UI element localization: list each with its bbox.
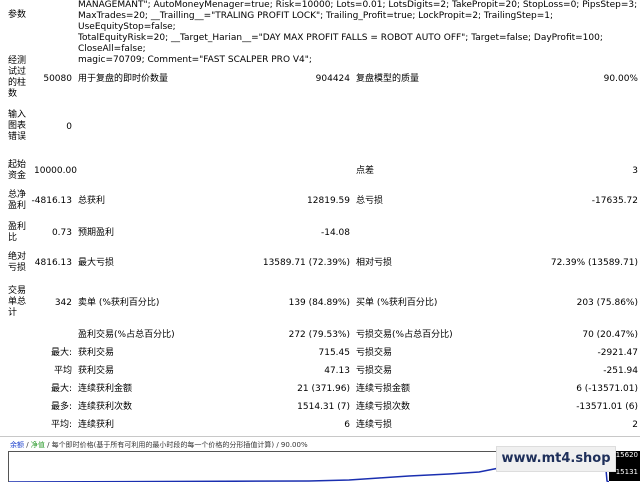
params-line: MANAGEMANT"; AutoMoneyMenager=true; Risk… xyxy=(78,0,638,10)
avg-loss-value: -251.94 xyxy=(603,366,638,376)
chart-errors-label: 输入图表错误 xyxy=(8,110,27,142)
avg-cons-wins-value: 6 xyxy=(344,420,350,430)
bars-tested-label: 经测试过的柱数 xyxy=(8,56,27,99)
loss-trades-value: 70 (20.47%) xyxy=(582,330,638,340)
gross-profit-value: 12819.59 xyxy=(307,196,350,206)
short-positions-label: 卖单 (%获利百分比) xyxy=(78,298,160,308)
maximal-cons-profit-label: 连续获利次数 xyxy=(78,402,133,412)
max-cons-wins-value: 21 (371.96) xyxy=(297,384,350,394)
spread-value: 3 xyxy=(632,166,638,176)
avg-profit-value: 47.13 xyxy=(324,366,350,376)
absolute-drawdown-value: 4816.13 xyxy=(34,258,72,268)
maximal-cons-label: 最多: xyxy=(50,402,72,412)
bars-tested-value: 50080 xyxy=(43,74,72,84)
params-label: 参数 xyxy=(8,10,27,20)
max-drawdown-label: 最大亏损 xyxy=(78,258,115,268)
max-drawdown-value: 13589.71 (72.39%) xyxy=(262,258,350,268)
gross-profit-label: 总获利 xyxy=(78,196,106,206)
legend-text: / 每个即时价格(基于所有可利用的最小时段的每一个价格的分形插值计算) / 90… xyxy=(47,441,308,449)
legend-equity: 净值 xyxy=(30,441,45,449)
avg-cons-losses-value: 2 xyxy=(632,420,638,430)
maximal-cons-loss-label: 连续亏损次数 xyxy=(356,402,411,412)
relative-drawdown-label: 相对亏损 xyxy=(356,258,393,268)
quality-value: 90.00% xyxy=(603,74,638,84)
max-cons-losses-label: 连续亏损金额 xyxy=(356,384,411,394)
largest-loss-label: 亏损交易 xyxy=(356,348,393,358)
largest-profit-value: 715.45 xyxy=(318,348,351,358)
avg-cons-label: 平均: xyxy=(50,420,72,430)
chart-legend: 余额 / 净值 / 每个即时价格(基于所有可利用的最小时段的每一个价格的分形插值… xyxy=(10,441,308,449)
payoff-value: -14.08 xyxy=(320,228,350,238)
ticks-value: 904424 xyxy=(315,74,350,84)
max-cons-losses-value: 6 (-13571.01) xyxy=(576,384,638,394)
largest-label: 最大: xyxy=(50,348,72,358)
avg-loss-label: 亏损交易 xyxy=(356,366,393,376)
long-positions-value: 203 (75.86%) xyxy=(576,298,638,308)
gross-loss-label: 总亏损 xyxy=(356,196,384,206)
max-cons-wins-label: 连续获利金额 xyxy=(78,384,133,394)
params-line: magic=70709; Comment="FAST SCALPER PRO V… xyxy=(78,55,312,65)
profit-factor-value: 0.73 xyxy=(51,228,72,238)
ticks-label: 用于复盘的即时价数量 xyxy=(78,74,169,84)
net-profit-value: -4816.13 xyxy=(31,196,72,206)
relative-drawdown-value: 72.39% (13589.71) xyxy=(550,258,638,268)
profit-trades-value: 272 (79.53%) xyxy=(288,330,350,340)
params-line: TotalEquityRisk=20; __Target_Harian__="D… xyxy=(78,33,603,54)
quality-label: 复盘模型的质量 xyxy=(356,74,420,84)
maximal-cons-profit-value: 1514.31 (7) xyxy=(297,402,350,412)
deposit-value: 10000.00 xyxy=(34,166,77,176)
long-positions-label: 买单 (%获利百分比) xyxy=(356,298,438,308)
params-line: MaxTrades=20; __Trailling__="TRALING PRO… xyxy=(78,11,554,32)
deposit-label: 起始资金 xyxy=(8,160,27,181)
loss-trades-label: 亏损交易(%占总百分比) xyxy=(356,330,453,340)
profit-trades-label: 盈利交易(%占总百分比) xyxy=(78,330,175,340)
short-positions-value: 139 (84.89%) xyxy=(288,298,350,308)
largest-loss-value: -2921.47 xyxy=(597,348,638,358)
maximal-cons-loss-value: -13571.01 (6) xyxy=(576,402,638,412)
payoff-label: 预期盈利 xyxy=(78,228,115,238)
gross-loss-value: -17635.72 xyxy=(591,196,638,206)
avg-cons-wins-label: 连续获利 xyxy=(78,420,115,430)
watermark-logo: www.mt4.shop xyxy=(496,446,616,472)
legend-balance: 余额 xyxy=(10,441,24,449)
avg-profit-label: 获利交易 xyxy=(78,366,115,376)
params-text: MANAGEMANT"; AutoMoneyMenager=true; Risk… xyxy=(78,0,638,66)
chart-errors-value: 0 xyxy=(66,122,72,132)
average-label: 平均 xyxy=(53,366,72,376)
spread-label: 点差 xyxy=(356,166,375,176)
axis-label-top: 15620 xyxy=(615,451,638,459)
max-cons-label: 最大: xyxy=(50,384,72,394)
total-trades-value: 342 xyxy=(54,298,72,308)
axis-label-bottom: 15131 xyxy=(615,468,638,476)
avg-cons-losses-label: 连续亏损 xyxy=(356,420,393,430)
largest-profit-label: 获利交易 xyxy=(78,348,115,358)
